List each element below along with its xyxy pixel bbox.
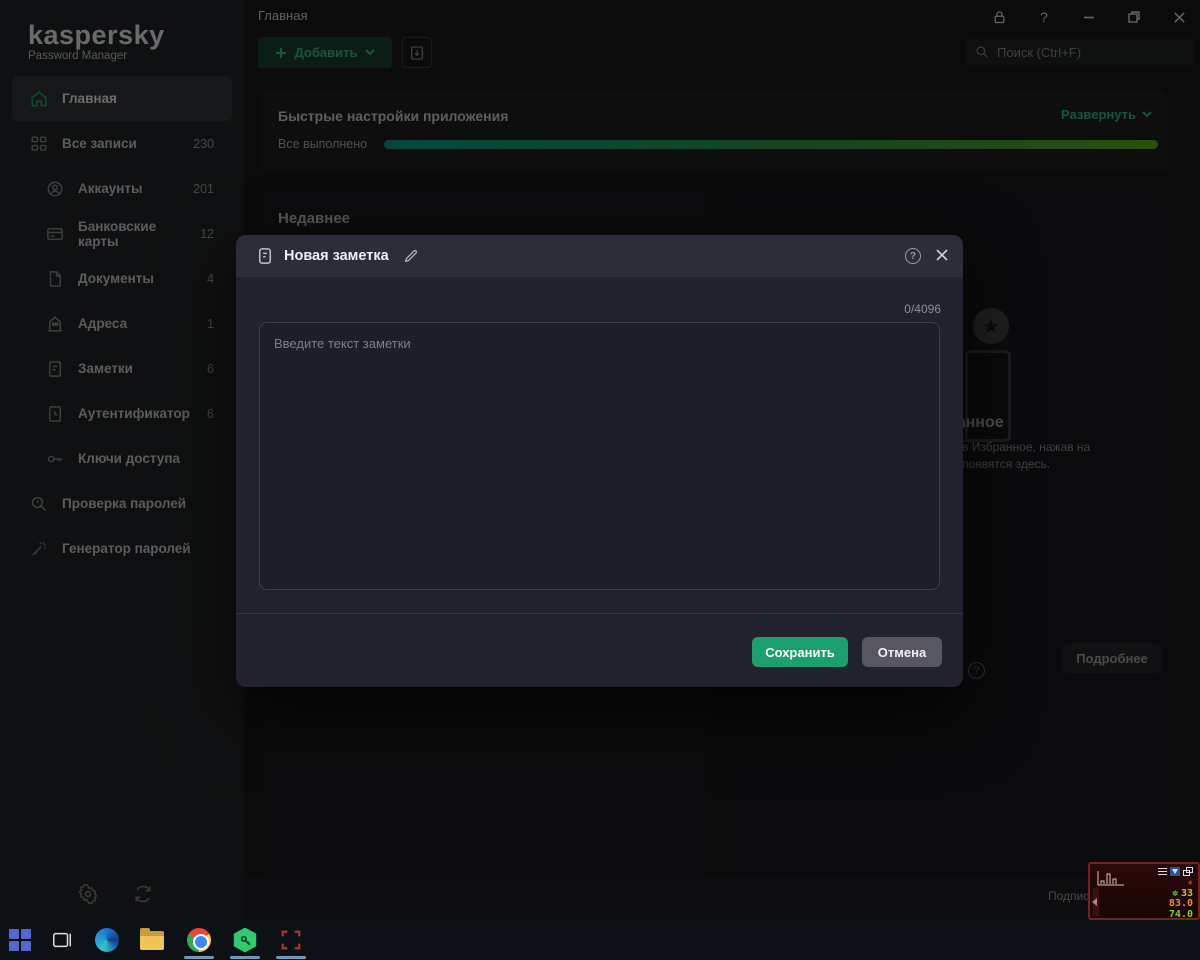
folder-icon bbox=[140, 927, 164, 950]
dialog-header: Новая заметка ? bbox=[236, 235, 963, 277]
taskbar: Ru k 21:54 10.12.2025 bbox=[0, 920, 1200, 960]
char-counter: 0/4096 bbox=[904, 302, 941, 316]
hw-windows-icon[interactable] bbox=[1183, 867, 1193, 876]
hw-spinner-icon: ✳ bbox=[1187, 878, 1193, 888]
mini-graph-icon bbox=[1097, 871, 1124, 886]
chrome-icon bbox=[187, 928, 211, 952]
edge-taskbar-button[interactable] bbox=[94, 927, 120, 953]
task-view-icon bbox=[53, 932, 71, 948]
screen: kaspersky Password Manager Главная Все з… bbox=[0, 0, 1200, 960]
edge-icon bbox=[95, 928, 119, 952]
kpm-taskbar-button[interactable] bbox=[232, 927, 258, 953]
task-view-button[interactable] bbox=[49, 927, 75, 953]
note-text-input[interactable] bbox=[259, 322, 940, 590]
crop-frame-icon bbox=[281, 930, 301, 950]
capture-app-taskbar-button[interactable] bbox=[278, 927, 304, 953]
hw-toolbar bbox=[1158, 867, 1193, 876]
hw-monitor-overlay: ✳ ✽ 33 83.0 74.0 bbox=[1088, 862, 1200, 920]
chrome-running-indicator bbox=[184, 956, 214, 959]
kpm-running-indicator bbox=[230, 956, 260, 959]
dialog-title: Новая заметка bbox=[284, 248, 389, 264]
note-icon bbox=[256, 247, 274, 265]
chrome-taskbar-button[interactable] bbox=[186, 927, 212, 953]
hw-value-3: 74.0 bbox=[1168, 908, 1193, 920]
dialog-close-icon[interactable] bbox=[935, 248, 949, 262]
hw-scroll-strip bbox=[1092, 888, 1099, 916]
dialog-help-icon[interactable]: ? bbox=[905, 248, 921, 264]
edit-title-icon[interactable] bbox=[403, 248, 419, 264]
start-button[interactable] bbox=[7, 927, 33, 953]
hw-value-2: 83.0 bbox=[1168, 898, 1193, 909]
hw-dropdown-icon[interactable] bbox=[1170, 867, 1180, 876]
new-note-dialog: Новая заметка ? 0/4096 Сохранить Отмена bbox=[236, 235, 963, 687]
cancel-button[interactable]: Отмена bbox=[862, 637, 942, 667]
kaspersky-key-icon bbox=[233, 927, 257, 953]
hw-menu-icon[interactable] bbox=[1158, 867, 1167, 876]
explorer-taskbar-button[interactable] bbox=[139, 927, 165, 953]
hw-values: ✳ ✽ 33 83.0 74.0 bbox=[1169, 878, 1193, 920]
capture-running-indicator bbox=[276, 956, 306, 959]
hw-arrow-icon bbox=[1092, 898, 1097, 906]
dialog-footer-divider bbox=[236, 613, 963, 614]
windows-logo-icon bbox=[9, 929, 31, 951]
save-button[interactable]: Сохранить bbox=[752, 637, 848, 667]
